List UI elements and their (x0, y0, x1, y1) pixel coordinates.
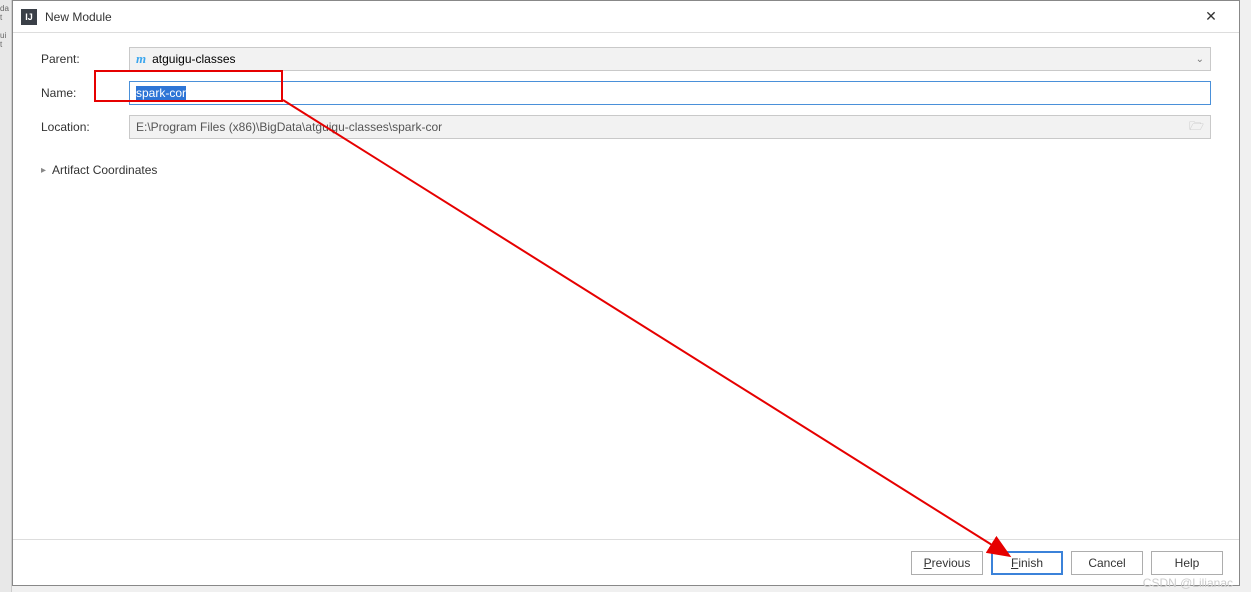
app-icon: IJ (21, 9, 37, 25)
location-value: E:\Program Files (x86)\BigData\atguigu-c… (136, 120, 442, 134)
titlebar: IJ New Module ✕ (13, 1, 1239, 33)
parent-label: Parent: (41, 52, 129, 66)
close-icon[interactable]: ✕ (1191, 3, 1231, 31)
parent-value: atguigu-classes (152, 52, 235, 66)
dialog-content: Parent: m atguigu-classes ⌄ Name: Locati… (13, 33, 1239, 539)
location-row: Location: E:\Program Files (x86)\BigData… (41, 115, 1211, 139)
dialog-footer: Previous Finish Cancel Help (13, 539, 1239, 585)
chevron-down-icon: ⌄ (1196, 54, 1204, 65)
new-module-dialog: IJ New Module ✕ Parent: m atguigu-classe… (12, 0, 1240, 586)
parent-dropdown[interactable]: m atguigu-classes ⌄ (129, 47, 1211, 71)
location-field[interactable]: E:\Program Files (x86)\BigData\atguigu-c… (129, 115, 1211, 139)
artifact-coordinates-toggle[interactable]: ▸ Artifact Coordinates (41, 163, 1211, 177)
location-label: Location: (41, 120, 129, 134)
folder-icon[interactable]: 🗁 (1189, 117, 1204, 138)
cancel-button[interactable]: Cancel (1071, 551, 1143, 575)
finish-button[interactable]: Finish (991, 551, 1063, 575)
parent-row: Parent: m atguigu-classes ⌄ (41, 47, 1211, 71)
name-input[interactable] (129, 81, 1211, 105)
background-strip: datuit (0, 0, 12, 592)
help-button[interactable]: Help (1151, 551, 1223, 575)
module-icon: m (136, 51, 146, 67)
artifact-label: Artifact Coordinates (52, 163, 157, 177)
dialog-title: New Module (45, 10, 1191, 24)
chevron-right-icon: ▸ (41, 165, 46, 176)
previous-button[interactable]: Previous (911, 551, 983, 575)
name-label: Name: (41, 86, 129, 100)
name-row: Name: (41, 81, 1211, 105)
